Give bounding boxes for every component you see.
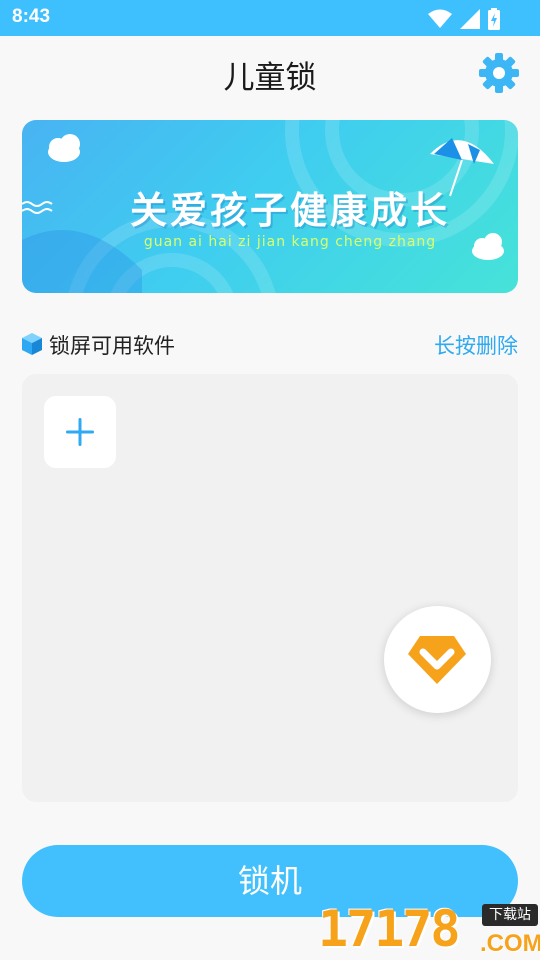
watermark-logo: 17178 下载站 .COM [312,900,540,960]
cloud-icon [48,134,80,162]
plus-icon [66,418,94,446]
status-time: 8:43 [12,6,51,27]
battery-charging-icon [488,8,500,34]
section-title: 锁屏可用软件 [49,334,175,358]
status-icons [428,8,500,34]
vip-button[interactable] [384,606,491,713]
watermark-digits: 17178 [318,900,461,958]
add-app-button[interactable] [44,396,116,468]
watermark-tag: 下载站 [482,904,538,926]
vip-diamond-icon [408,636,466,684]
gear-icon [478,53,520,98]
page-title: 儿童锁 [223,60,317,96]
banner-title: 关爱孩子健康成长 [130,189,450,232]
settings-button[interactable] [478,52,520,94]
signal-icon [460,9,480,33]
wifi-icon [428,9,452,33]
status-bar: 8:43 [0,0,540,36]
cube-icon [22,333,42,355]
app-panel [22,374,518,802]
banner-pinyin: guan ai hai zi jian kang cheng zhang [143,234,437,250]
long-press-delete-link[interactable]: 长按删除 [434,330,518,360]
banner[interactable]: 关爱孩子健康成长 guan ai hai zi jian kang cheng … [22,120,518,293]
watermark-domain: .COM [480,930,540,957]
section-header: 锁屏可用软件 长按删除 [22,330,518,360]
